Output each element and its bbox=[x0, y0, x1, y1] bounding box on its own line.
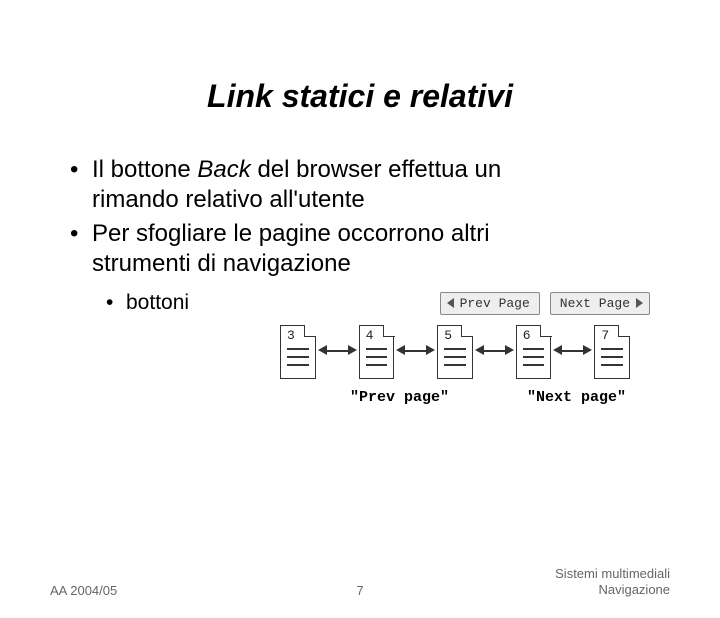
page-fold-icon bbox=[304, 325, 316, 337]
bullet-list: Il bottone Back del browser effettua un … bbox=[0, 155, 720, 379]
double-arrow-icon bbox=[475, 342, 514, 362]
footer-right-line2: Navigazione bbox=[463, 582, 670, 598]
page-icon: 6 bbox=[516, 325, 552, 379]
pages-row: 3 4 5 6 bbox=[280, 325, 630, 379]
text: del browser effettua un bbox=[251, 156, 501, 183]
page-icon: 4 bbox=[359, 325, 395, 379]
slide-title: Link statici e relativi bbox=[0, 78, 720, 115]
bullet-item-2: Per sfogliare le pagine occorrono altri … bbox=[70, 219, 660, 279]
footer-page-number: 7 bbox=[257, 583, 464, 598]
next-page-button[interactable]: Next Page bbox=[550, 292, 650, 315]
footer-right-line1: Sistemi multimediali bbox=[463, 566, 670, 582]
page-number: 3 bbox=[287, 328, 295, 343]
text: Per sfogliare le pagine occorrono altri bbox=[92, 219, 660, 249]
prev-page-button[interactable]: Prev Page bbox=[440, 292, 540, 315]
text: rimando relativo all'utente bbox=[92, 185, 660, 215]
page-fold-icon bbox=[618, 325, 630, 337]
slide: Link statici e relativi Il bottone Back … bbox=[0, 78, 720, 618]
footer-right: Sistemi multimediali Navigazione bbox=[463, 566, 670, 599]
bullet-item-3: bottoni bbox=[106, 291, 440, 315]
double-arrow-icon bbox=[396, 342, 435, 362]
caption-next: "Next page" bbox=[527, 389, 626, 406]
page-fold-icon bbox=[461, 325, 473, 337]
slide-footer: AA 2004/05 7 Sistemi multimediali Naviga… bbox=[0, 566, 720, 599]
page-number: 4 bbox=[366, 328, 374, 343]
double-arrow-icon bbox=[553, 342, 592, 362]
page-fold-icon bbox=[540, 325, 552, 337]
footer-left: AA 2004/05 bbox=[50, 583, 257, 598]
page-number: 6 bbox=[523, 328, 531, 343]
double-arrow-icon bbox=[318, 342, 357, 362]
bullet-item-1: Il bottone Back del browser effettua un … bbox=[70, 155, 660, 215]
page-number: 5 bbox=[444, 328, 452, 343]
triangle-right-icon bbox=[636, 298, 643, 308]
page-icon: 7 bbox=[594, 325, 630, 379]
page-icon: 5 bbox=[437, 325, 473, 379]
caption-prev: "Prev page" bbox=[350, 389, 449, 406]
text: Il bottone bbox=[92, 156, 197, 183]
button-label: Prev Page bbox=[460, 296, 530, 311]
triangle-left-icon bbox=[447, 298, 454, 308]
text: strumenti di navigazione bbox=[92, 249, 660, 279]
nav-buttons: Prev Page Next Page bbox=[440, 292, 650, 315]
page-diagram: 3 4 5 6 bbox=[70, 325, 660, 379]
page-icon: 3 bbox=[280, 325, 316, 379]
bullet-row-3: bottoni Prev Page Next Page bbox=[70, 291, 660, 315]
text-emphasis: Back bbox=[197, 156, 250, 183]
page-fold-icon bbox=[383, 325, 395, 337]
page-number: 7 bbox=[601, 328, 609, 343]
button-label: Next Page bbox=[560, 296, 630, 311]
